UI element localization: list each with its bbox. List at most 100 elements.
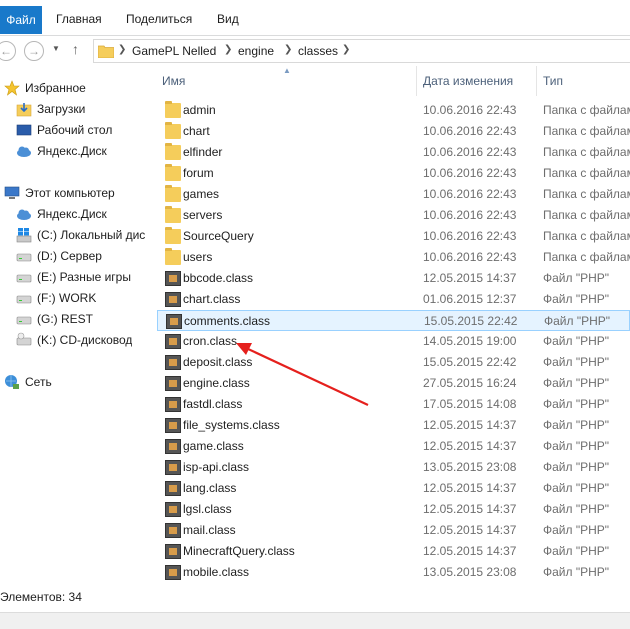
address-row: ← → ▼ ↑ ❯ GamePL Nelled ❯ engine ❯ class…	[0, 36, 630, 66]
address-bar[interactable]: ❯ GamePL Nelled ❯ engine ❯ classes ❯	[93, 39, 630, 63]
computer-icon	[4, 186, 20, 199]
folder-icon	[165, 248, 181, 265]
nav-item-drive-g[interactable]: (G:) REST	[16, 309, 93, 329]
nav-item-yandex-disk[interactable]: Яндекс.Диск	[16, 141, 107, 161]
nav-item-label: Избранное	[25, 81, 86, 95]
table-row[interactable]: servers 10.06.2016 22:43 Папка с файлами	[157, 205, 630, 226]
file-name: cron.class	[183, 334, 238, 348]
forward-button[interactable]: →	[24, 41, 44, 61]
tab-share[interactable]: Поделиться	[126, 7, 192, 31]
nav-item-label: Этот компьютер	[25, 186, 115, 200]
column-header-name[interactable]: Имя	[162, 66, 185, 96]
nav-item-network[interactable]: Сеть	[4, 372, 52, 392]
file-type: Файл "PHP"	[543, 565, 610, 579]
file-date: 12.05.2015 14:37	[423, 271, 517, 285]
table-row[interactable]: chart.class 01.06.2015 12:37 Файл "PHP"	[157, 289, 630, 310]
file-date: 10.06.2016 22:43	[423, 187, 517, 201]
cd-drive-icon	[16, 332, 32, 346]
php-file-icon	[165, 565, 181, 580]
breadcrumb-gamepl-nelled[interactable]: GamePL Nelled	[132, 44, 216, 58]
table-row[interactable]: cron.class 14.05.2015 19:00 Файл "PHP"	[157, 331, 630, 352]
table-row[interactable]: lang.class 12.05.2015 14:37 Файл "PHP"	[157, 478, 630, 499]
table-row[interactable]: engine.class 27.05.2015 16:24 Файл "PHP"	[157, 373, 630, 394]
nav-item-downloads[interactable]: Загрузки	[16, 99, 85, 119]
back-button[interactable]: ←	[0, 41, 16, 61]
nav-item-label: Яндекс.Диск	[37, 144, 107, 158]
nav-item-label: (G:) REST	[37, 312, 93, 326]
table-row[interactable]: MinecraftQuery.class 12.05.2015 14:37 Файл…	[157, 541, 630, 562]
file-date: 15.05.2015 22:42	[424, 314, 518, 328]
file-type: Папка с файлами	[543, 250, 630, 264]
breadcrumb-engine[interactable]: engine	[238, 44, 274, 58]
nav-item-label: (K:) CD-дисковод	[37, 333, 133, 347]
chevron-right-icon[interactable]: ❯	[224, 44, 232, 55]
php-file-icon	[165, 292, 181, 307]
nav-item-drive-e[interactable]: (E:) Разные игры	[16, 267, 131, 287]
table-row[interactable]: mail.class 12.05.2015 14:37 Файл "PHP"	[157, 520, 630, 541]
file-type: Папка с файлами	[543, 208, 630, 222]
php-file-icon	[165, 439, 181, 454]
table-row[interactable]: fastdl.class 17.05.2015 14:08 Файл "PHP"	[157, 394, 630, 415]
php-file-icon	[165, 502, 181, 517]
table-row[interactable]: users 10.06.2016 22:43 Папка с файлами	[157, 247, 630, 268]
file-name: MinecraftQuery.class	[183, 544, 295, 558]
chevron-right-icon[interactable]: ❯	[118, 44, 126, 55]
file-name: game.class	[183, 439, 244, 453]
table-row[interactable]: comments.class 15.05.2015 22:42 Файл "PHP"	[157, 310, 630, 331]
file-type: Файл "PHP"	[543, 544, 610, 558]
tab-view[interactable]: Вид	[217, 7, 239, 31]
up-button[interactable]: ↑	[72, 41, 79, 57]
file-date: 10.06.2016 22:43	[423, 250, 517, 264]
file-date: 12.05.2015 14:37	[423, 544, 517, 558]
table-row[interactable]: forum 10.06.2016 22:43 Папка с файлами	[157, 163, 630, 184]
tab-home[interactable]: Главная	[56, 7, 102, 31]
file-name: chart	[183, 124, 210, 138]
nav-item-desktop[interactable]: Рабочий стол	[16, 120, 112, 140]
column-header-date[interactable]: Дата изменения	[423, 66, 513, 96]
nav-item-drive-k[interactable]: (K:) CD-дисковод	[16, 330, 132, 350]
table-row[interactable]: bbcode.class 12.05.2015 14:37 Файл "PHP"	[157, 268, 630, 289]
breadcrumb-classes[interactable]: classes	[298, 44, 338, 58]
nav-item-this-pc[interactable]: Этот компьютер	[4, 183, 115, 203]
nav-item-yandex-disk-pc[interactable]: Яндекс.Диск	[16, 204, 107, 224]
chevron-right-icon[interactable]: ❯	[284, 44, 292, 55]
navigation-pane: Избранное Загрузки Рабочий стол Яндекс.Д…	[0, 66, 150, 586]
bottom-edge	[0, 612, 630, 629]
chevron-right-icon[interactable]: ❯	[342, 44, 350, 55]
tab-file[interactable]: Файл	[0, 6, 42, 34]
recent-locations-dropdown[interactable]: ▼	[52, 44, 60, 53]
folder-icon	[165, 143, 181, 160]
table-row[interactable]: mobile.class 13.05.2015 23:08 Файл "PHP"	[157, 562, 630, 583]
file-date: 14.05.2015 19:00	[423, 334, 517, 348]
table-row[interactable]: file_systems.class 12.05.2015 14:37 Файл "…	[157, 415, 630, 436]
file-type: Папка с файлами	[543, 187, 630, 201]
nav-item-drive-c[interactable]: (C:) Локальный дис	[16, 225, 150, 245]
table-row[interactable]: lgsl.class 12.05.2015 14:37 Файл "PHP"	[157, 499, 630, 520]
nav-item-label: (F:) WORK	[37, 291, 97, 305]
file-name: users	[183, 250, 213, 264]
nav-item-label: Загрузки	[37, 102, 86, 116]
column-header-type[interactable]: Тип	[543, 66, 563, 96]
table-row[interactable]: admin 10.06.2016 22:43 Папка с файлами	[157, 100, 630, 121]
table-row[interactable]: elfinder 10.06.2016 22:43 Папка с файлами	[157, 142, 630, 163]
file-name: comments.class	[184, 314, 271, 328]
nav-item-favorites[interactable]: Избранное	[4, 78, 86, 98]
nav-item-drive-d[interactable]: (D:) Сервер	[16, 246, 102, 266]
table-row[interactable]: SourceQuery 10.06.2016 22:43 Папка с файла…	[157, 226, 630, 247]
column-divider[interactable]	[416, 66, 417, 96]
drive-icon	[16, 316, 32, 325]
php-file-icon	[166, 314, 182, 329]
column-divider[interactable]	[536, 66, 537, 96]
php-file-icon	[165, 544, 181, 559]
table-row[interactable]: chart 10.06.2016 22:43 Папка с файлами	[157, 121, 630, 142]
desktop-icon	[16, 124, 32, 136]
file-date: 10.06.2016 22:43	[423, 166, 517, 180]
folder-icon	[165, 206, 181, 223]
file-date: 12.05.2015 14:37	[423, 523, 517, 537]
table-row[interactable]: games 10.06.2016 22:43 Папка с файлами	[157, 184, 630, 205]
php-file-icon	[165, 481, 181, 496]
table-row[interactable]: game.class 12.05.2015 14:37 Файл "PHP"	[157, 436, 630, 457]
table-row[interactable]: deposit.class 15.05.2015 22:42 Файл "PHP"	[157, 352, 630, 373]
table-row[interactable]: isp-api.class 13.05.2015 23:08 Файл "PHP"	[157, 457, 630, 478]
nav-item-drive-f[interactable]: (F:) WORK	[16, 288, 96, 308]
